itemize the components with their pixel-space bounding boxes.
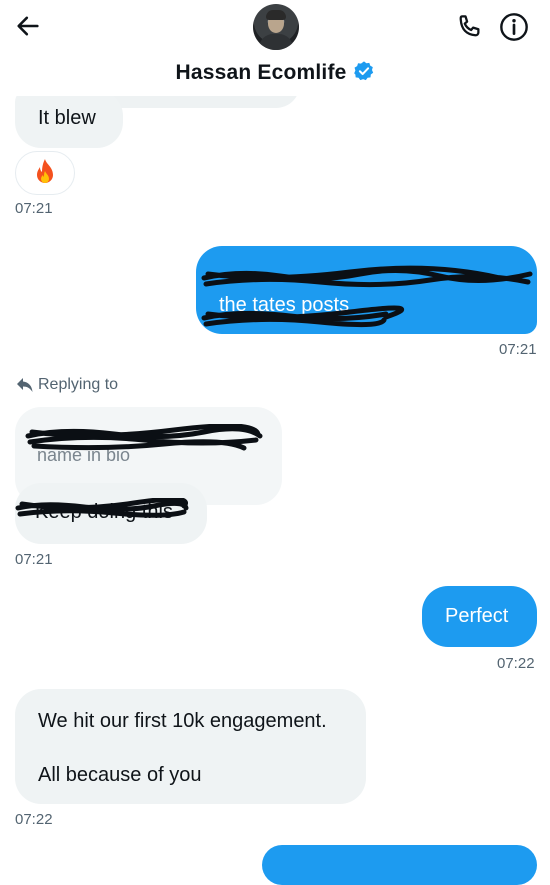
verified-badge-icon: [353, 61, 373, 81]
phone-icon: [459, 15, 480, 37]
message-timestamp: 07:22: [15, 811, 53, 828]
message-text: It blew: [38, 107, 96, 129]
reaction-badge[interactable]: [15, 151, 75, 195]
message-bubble-outgoing[interactable]: Perfect: [422, 586, 537, 647]
message-timestamp: 07:21: [15, 200, 53, 217]
replying-to-indicator: Replying to: [16, 376, 118, 394]
call-button[interactable]: [452, 10, 486, 44]
redaction-scribble: [15, 498, 189, 518]
message-bubble-incoming[interactable]: We hit our first 10k engagement. All bec…: [15, 689, 366, 804]
back-button[interactable]: [12, 10, 44, 42]
contact-avatar[interactable]: [253, 4, 299, 50]
message-text-line2: All because of you: [38, 764, 202, 786]
contact-name-row[interactable]: Hassan Ecomlife: [0, 60, 550, 85]
message-text: Perfect: [445, 605, 509, 627]
conversation-header: Hassan Ecomlife: [0, 0, 550, 96]
message-bubble-partial[interactable]: [262, 845, 537, 885]
redaction-scribble: [25, 424, 263, 451]
message-timestamp: 07:22: [497, 655, 535, 672]
contact-name: Hassan Ecomlife: [175, 61, 347, 84]
redaction-scribble: [201, 265, 533, 328]
reply-arrow-icon: [17, 378, 33, 392]
info-icon: [500, 13, 528, 41]
replying-to-label: Replying to: [38, 376, 119, 393]
message-timestamp: 07:21: [499, 341, 537, 358]
fire-emoji-icon: [37, 159, 53, 183]
message-timestamp: 07:21: [15, 551, 53, 568]
info-button[interactable]: [497, 10, 531, 44]
arrow-left-icon: [17, 16, 39, 36]
message-bubble-incoming[interactable]: It blew: [15, 90, 123, 148]
message-text-line1: We hit our first 10k engagement.: [38, 710, 327, 732]
